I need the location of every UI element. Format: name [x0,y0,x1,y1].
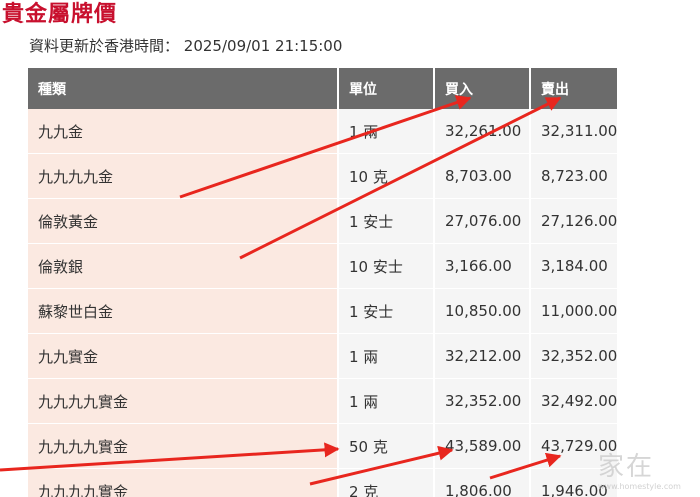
table-row: 九九九九實金 1 兩 32,352.00 32,492.00 [28,378,617,424]
cell-buy: 8,703.00 [434,153,531,199]
table-row: 九九九九實金 2 克 1,806.00 1,946.00 [28,468,617,497]
cell-unit: 2 克 [338,468,435,497]
header-buy: 買入 [434,68,531,109]
cell-buy: 27,076.00 [434,198,531,244]
update-time-label: 資料更新於香港時間： [29,37,180,55]
cell-unit: 1 兩 [338,109,435,154]
watermark-text: 家在 [598,452,655,482]
header-unit: 單位 [338,68,435,109]
cell-sell: 32,352.00 [530,333,617,379]
cell-buy: 32,212.00 [434,333,531,379]
cell-sell: 11,000.00 [530,288,617,334]
cell-buy: 32,261.00 [434,109,531,154]
cell-unit: 1 安士 [338,288,435,334]
cell-sell: 8,723.00 [530,153,617,199]
cell-buy: 1,806.00 [434,468,531,497]
cell-unit: 10 克 [338,153,435,199]
update-time-value: 2025/09/01 21:15:00 [183,37,343,55]
cell-type: 九九九九實金 [28,378,339,424]
table-row: 倫敦銀 10 安士 3,166.00 3,184.00 [28,243,617,289]
table-row: 九九九九金 10 克 8,703.00 8,723.00 [28,153,617,199]
table-row: 倫敦黃金 1 安士 27,076.00 27,126.00 [28,198,617,244]
cell-type: 九九金 [28,109,339,154]
cell-sell: 32,492.00 [530,378,617,424]
header-sell: 賣出 [530,68,617,109]
cell-buy: 3,166.00 [434,243,531,289]
site-watermark-logo: 家在 www.homestyle.com [598,452,698,497]
table-row: 九九實金 1 兩 32,212.00 32,352.00 [28,333,617,379]
page-title: 貴金屬牌價 [2,2,118,27]
cell-type: 九九九九實金 [28,468,339,497]
cell-unit: 1 安士 [338,198,435,244]
cell-type: 倫敦銀 [28,243,339,289]
cell-sell: 27,126.00 [530,198,617,244]
cell-sell: 32,311.00 [530,109,617,154]
cell-buy: 10,850.00 [434,288,531,334]
table-header-row: 種類 單位 買入 賣出 [28,68,617,109]
cell-unit: 50 克 [338,423,435,469]
cell-type: 九九九九實金 [28,423,339,469]
cell-type: 蘇黎世白金 [28,288,339,334]
update-time: 資料更新於香港時間： 2025/09/01 21:15:00 [29,36,342,56]
cell-type: 九九九九金 [28,153,339,199]
price-table: 種類 單位 買入 賣出 九九金 1 兩 32,261.00 32,311.00 … [28,68,617,497]
cell-type: 倫敦黃金 [28,198,339,244]
price-board-page: 貴金屬牌價 資料更新於香港時間： 2025/09/01 21:15:00 種類 … [0,0,700,497]
table-row: 蘇黎世白金 1 安士 10,850.00 11,000.00 [28,288,617,334]
table-row: 九九九九實金 50 克 43,589.00 43,729.00 [28,423,617,469]
table-row: 九九金 1 兩 32,261.00 32,311.00 [28,109,617,154]
cell-buy: 43,589.00 [434,423,531,469]
watermark-subtext: www.homestyle.com [598,482,681,491]
cell-unit: 1 兩 [338,333,435,379]
cell-type: 九九實金 [28,333,339,379]
cell-unit: 1 兩 [338,378,435,424]
header-type: 種類 [28,68,339,109]
cell-buy: 32,352.00 [434,378,531,424]
cell-sell: 3,184.00 [530,243,617,289]
cell-unit: 10 安士 [338,243,435,289]
